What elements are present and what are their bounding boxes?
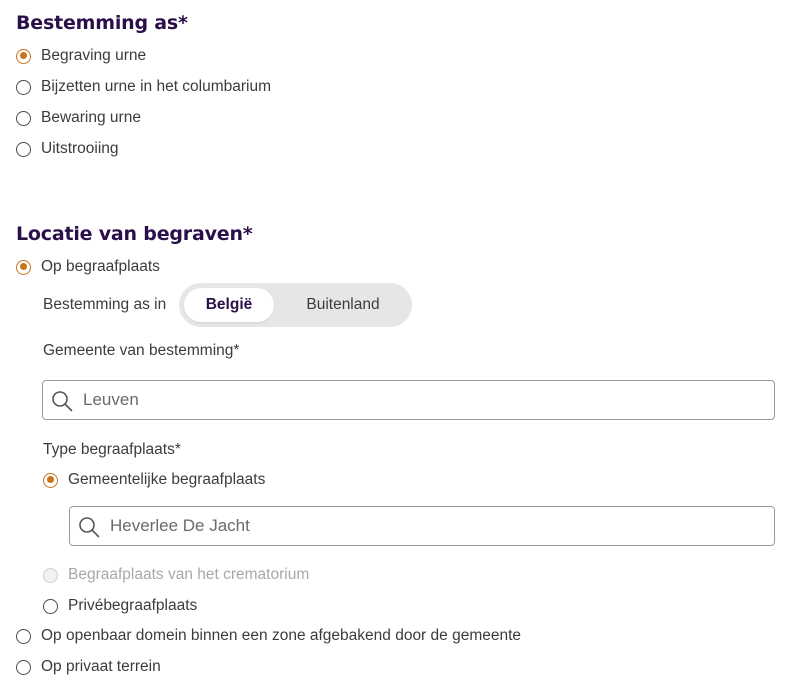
toggle-belgie[interactable]: België xyxy=(184,288,274,322)
radio-label: Op openbaar domein binnen een zone afgeb… xyxy=(41,627,522,644)
municipality-search-field[interactable] xyxy=(42,380,775,420)
radio-privaat-terrein[interactable]: Op privaat terrein xyxy=(16,655,161,679)
bestemming-as-heading: Bestemming as* xyxy=(16,12,188,34)
cemetery-search-input[interactable] xyxy=(110,507,764,545)
country-toggle: België Buitenland xyxy=(179,283,412,327)
radio-label: Bijzetten urne in het columbarium xyxy=(41,78,272,95)
search-icon xyxy=(52,391,73,412)
bestemming-as-in-label: Bestemming as in xyxy=(43,296,167,313)
radio-button[interactable] xyxy=(16,259,31,275)
radio-label: Op begraafplaats xyxy=(41,258,160,275)
radio-bijzetten-columbarium[interactable]: Bijzetten urne in het columbarium xyxy=(16,75,271,99)
radio-button[interactable] xyxy=(16,110,31,126)
toggle-buitenland[interactable]: Buitenland xyxy=(279,288,407,322)
radio-button[interactable] xyxy=(16,141,31,157)
radio-button[interactable] xyxy=(16,628,31,644)
radio-button xyxy=(43,567,58,583)
radio-op-begraafplaats[interactable]: Op begraafplaats xyxy=(16,255,160,279)
radio-openbaar-domein[interactable]: Op openbaar domein binnen een zone afgeb… xyxy=(16,624,521,648)
radio-bewaring-urne[interactable]: Bewaring urne xyxy=(16,106,141,130)
radio-button[interactable] xyxy=(43,472,58,488)
gemeente-label: Gemeente van bestemming* xyxy=(43,342,240,359)
radio-button[interactable] xyxy=(16,48,31,64)
radio-gemeentelijke-begraafplaats[interactable]: Gemeentelijke begraafplaats xyxy=(43,468,265,492)
radio-begraving-urne[interactable]: Begraving urne xyxy=(16,44,146,68)
search-icon xyxy=(79,517,100,538)
radio-button[interactable] xyxy=(16,79,31,95)
radio-label: Op privaat terrein xyxy=(41,658,161,675)
radio-uitstrooiing[interactable]: Uitstrooiing xyxy=(16,137,119,161)
municipality-search-input[interactable] xyxy=(83,381,764,419)
radio-label: Privébegraafplaats xyxy=(68,597,198,614)
radio-begraafplaats-crematorium: Begraafplaats van het crematorium xyxy=(43,563,309,587)
radio-button[interactable] xyxy=(16,659,31,675)
radio-button[interactable] xyxy=(43,598,58,614)
radio-label: Uitstrooiing xyxy=(41,140,119,157)
type-begraafplaats-label: Type begraafplaats* xyxy=(43,441,181,458)
radio-label: Bewaring urne xyxy=(41,109,141,126)
radio-label: Gemeentelijke begraafplaats xyxy=(68,471,266,488)
radio-privebegraafplaats[interactable]: Privébegraafplaats xyxy=(43,594,197,618)
radio-label: Begraving urne xyxy=(41,47,147,64)
locatie-begraven-heading: Locatie van begraven* xyxy=(16,223,253,245)
radio-label: Begraafplaats van het crematorium xyxy=(68,566,310,583)
cemetery-search-field[interactable] xyxy=(69,506,775,546)
